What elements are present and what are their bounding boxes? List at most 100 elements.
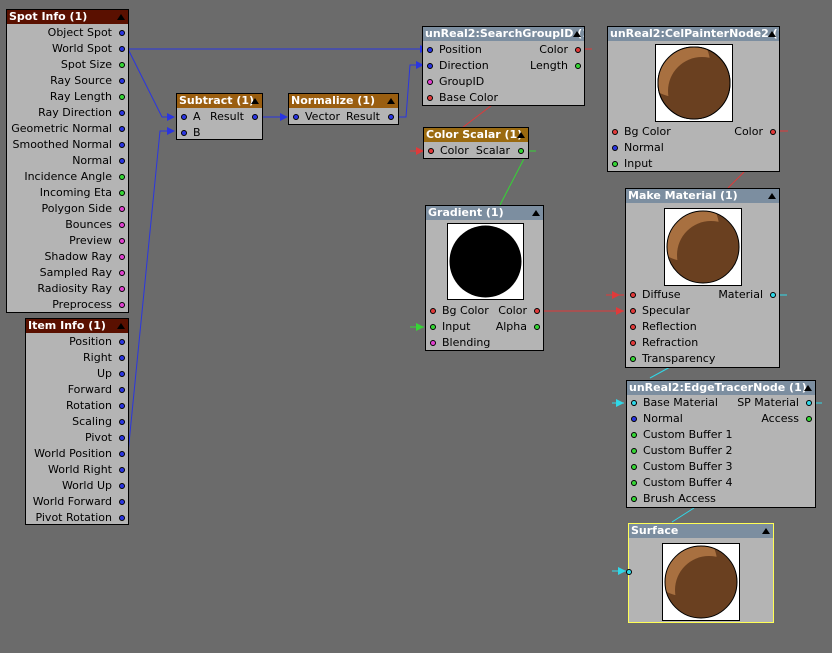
- collapse-icon[interactable]: [573, 31, 581, 37]
- sg-input-2-row[interactable]: GroupID: [423, 74, 584, 90]
- collapse-icon[interactable]: [117, 14, 125, 20]
- search-group-title[interactable]: unReal2:SearchGroupID (1): [423, 27, 584, 41]
- mm-input-4-row[interactable]: Transparency: [626, 351, 779, 367]
- grad-output-0-row[interactable]: Color: [426, 303, 543, 319]
- mm-input-3-row[interactable]: Refraction: [626, 335, 779, 351]
- spot-output-4-row[interactable]: Ray Length: [7, 89, 128, 105]
- edge-tracer-node[interactable]: unReal2:EdgeTracerNode (1) Base Material…: [626, 380, 816, 508]
- color-scalar-node[interactable]: Color Scalar (1) Color Scalar: [423, 127, 529, 159]
- item-output-1-row[interactable]: Right: [26, 350, 128, 366]
- item-info-node[interactable]: Item Info (1) Position Right Up Forward Rota…: [25, 318, 129, 525]
- spot-output-14-row[interactable]: Shadow Ray: [7, 249, 128, 265]
- cel-painter-title[interactable]: unReal2:CelPainterNode2 (1): [608, 27, 779, 41]
- cel-output-row[interactable]: Color: [608, 124, 779, 140]
- result-port[interactable]: [388, 114, 394, 120]
- item-output-9-row[interactable]: World Up: [26, 478, 128, 494]
- color-scalar-title[interactable]: Color Scalar (1): [424, 128, 528, 142]
- item-output-5-row[interactable]: Scaling: [26, 414, 128, 430]
- sg-input-3-port[interactable]: [427, 95, 433, 101]
- spot-output-1-row[interactable]: World Spot: [7, 41, 128, 57]
- collapse-icon[interactable]: [768, 31, 776, 37]
- cel-input-1-port[interactable]: [612, 145, 618, 151]
- spot-output-13-port[interactable]: [119, 238, 125, 244]
- item-output-5-port[interactable]: [119, 419, 125, 425]
- spot-output-2-row[interactable]: Spot Size: [7, 57, 128, 73]
- et-input-2-port[interactable]: [631, 432, 637, 438]
- spot-output-9-row[interactable]: Incidence Angle: [7, 169, 128, 185]
- sg-input-2-port[interactable]: [427, 79, 433, 85]
- collapse-icon[interactable]: [768, 193, 776, 199]
- item-output-2-row[interactable]: Up: [26, 366, 128, 382]
- scalar-port[interactable]: [518, 148, 524, 154]
- result-port[interactable]: [252, 114, 258, 120]
- et-input-5-port[interactable]: [631, 480, 637, 486]
- item-output-7-port[interactable]: [119, 451, 125, 457]
- spot-output-6-port[interactable]: [119, 126, 125, 132]
- grad-output-1-port[interactable]: [534, 324, 540, 330]
- spot-output-15-row[interactable]: Sampled Ray: [7, 265, 128, 281]
- spot-output-2-port[interactable]: [119, 62, 125, 68]
- vector-port[interactable]: [293, 114, 299, 120]
- mm-output-row[interactable]: Material: [626, 287, 779, 303]
- item-output-0-port[interactable]: [119, 339, 125, 345]
- edge-tracer-title[interactable]: unReal2:EdgeTracerNode (1): [627, 381, 815, 395]
- item-output-4-row[interactable]: Rotation: [26, 398, 128, 414]
- et-input-5-row[interactable]: Custom Buffer 4: [627, 475, 815, 491]
- spot-output-17-port[interactable]: [119, 302, 125, 308]
- collapse-icon[interactable]: [804, 385, 812, 391]
- sg-output-1-row[interactable]: Length: [423, 58, 584, 74]
- spot-output-14-port[interactable]: [119, 254, 125, 260]
- spot-output-7-row[interactable]: Smoothed Normal: [7, 137, 128, 153]
- item-output-10-port[interactable]: [119, 499, 125, 505]
- sg-output-0-row[interactable]: Color: [423, 42, 584, 58]
- spot-output-10-row[interactable]: Incoming Eta: [7, 185, 128, 201]
- spot-output-7-port[interactable]: [119, 142, 125, 148]
- et-input-4-row[interactable]: Custom Buffer 3: [627, 459, 815, 475]
- mm-output-port[interactable]: [770, 292, 776, 298]
- item-output-1-port[interactable]: [119, 355, 125, 361]
- gradient-title[interactable]: Gradient (1): [426, 206, 543, 220]
- spot-output-0-port[interactable]: [119, 30, 125, 36]
- et-output-1-row[interactable]: Access: [627, 411, 815, 427]
- item-info-title[interactable]: Item Info (1): [26, 319, 128, 333]
- et-output-0-row[interactable]: SP Material: [627, 395, 815, 411]
- item-output-8-row[interactable]: World Right: [26, 462, 128, 478]
- mm-input-2-port[interactable]: [630, 324, 636, 330]
- grad-input-2-port[interactable]: [430, 340, 436, 346]
- cel-input-2-row[interactable]: Input: [608, 156, 779, 172]
- et-input-3-row[interactable]: Custom Buffer 2: [627, 443, 815, 459]
- surface-node[interactable]: Surface: [626, 523, 774, 623]
- grad-output-1-row[interactable]: Alpha: [426, 319, 543, 335]
- spot-output-5-port[interactable]: [119, 110, 125, 116]
- et-input-4-port[interactable]: [631, 464, 637, 470]
- item-output-7-row[interactable]: World Position: [26, 446, 128, 462]
- item-output-6-row[interactable]: Pivot: [26, 430, 128, 446]
- mm-input-4-port[interactable]: [630, 356, 636, 362]
- collapse-icon[interactable]: [387, 98, 395, 104]
- spot-info-node[interactable]: Spot Info (1) Object Spot World Spot Spot …: [6, 9, 129, 313]
- cel-output-port[interactable]: [770, 129, 776, 135]
- spot-output-9-port[interactable]: [119, 174, 125, 180]
- spot-output-3-row[interactable]: Ray Source: [7, 73, 128, 89]
- spot-output-16-row[interactable]: Radiosity Ray: [7, 281, 128, 297]
- collapse-icon[interactable]: [532, 210, 540, 216]
- spot-output-3-port[interactable]: [119, 78, 125, 84]
- item-output-11-port[interactable]: [119, 515, 125, 521]
- item-output-8-port[interactable]: [119, 467, 125, 473]
- mm-input-2-row[interactable]: Reflection: [626, 319, 779, 335]
- mm-input-3-port[interactable]: [630, 340, 636, 346]
- cel-painter-node[interactable]: unReal2:CelPainterNode2 (1) Bg Color Norm…: [607, 26, 780, 172]
- item-output-10-row[interactable]: World Forward: [26, 494, 128, 510]
- spot-output-0-row[interactable]: Object Spot: [7, 25, 128, 41]
- make-material-node[interactable]: Make Material (1) Diffuse Specular Reflect…: [625, 188, 780, 368]
- spot-output-16-port[interactable]: [119, 286, 125, 292]
- item-output-2-port[interactable]: [119, 371, 125, 377]
- grad-input-2-row[interactable]: Blending: [426, 335, 543, 351]
- item-output-11-row[interactable]: Pivot Rotation: [26, 510, 128, 526]
- input-a-port[interactable]: [181, 114, 187, 120]
- normalize-node[interactable]: Normalize (1) Vector Result: [288, 93, 399, 125]
- collapse-icon[interactable]: [117, 323, 125, 329]
- collapse-icon[interactable]: [517, 132, 525, 138]
- item-output-0-row[interactable]: Position: [26, 334, 128, 350]
- cel-input-1-row[interactable]: Normal: [608, 140, 779, 156]
